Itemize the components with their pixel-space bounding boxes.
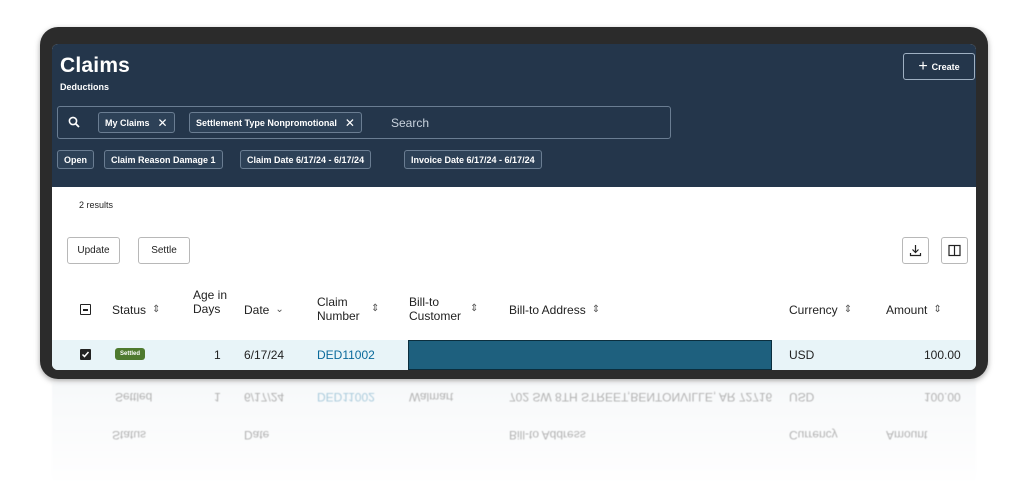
search-chip-label: My Claims bbox=[105, 117, 150, 128]
sort-icon[interactable]: ⇕ bbox=[844, 303, 852, 317]
sort-icon[interactable]: ⇕ bbox=[152, 303, 160, 317]
search-bar[interactable]: My Claims ✕ Settlement Type Nonpromotion… bbox=[57, 106, 671, 139]
row-checkbox[interactable] bbox=[80, 349, 91, 360]
reflection-status: Settled bbox=[115, 390, 153, 404]
claims-app: Claims Deductions + Create My Claims ✕ S… bbox=[52, 44, 976, 370]
search-icon bbox=[68, 116, 80, 128]
filter-chip-open[interactable]: Open bbox=[57, 150, 95, 169]
column-header-bill-to-customer[interactable]: Bill-to Customer ⇕ bbox=[409, 295, 489, 323]
column-header-label: Status bbox=[112, 303, 147, 317]
currency-cell: USD bbox=[789, 348, 815, 362]
reflection-currency: USD bbox=[789, 390, 815, 404]
minus-icon bbox=[83, 309, 88, 311]
columns-icon bbox=[948, 244, 961, 257]
reflection-address: 702 SW 8TH STREET,BENTONVILLE, AR 72716 bbox=[509, 390, 773, 404]
column-header-age[interactable]: Age in Days bbox=[193, 288, 233, 316]
reflection-date: 6/17/24 bbox=[244, 390, 285, 404]
filter-chip-invoice-date[interactable]: Invoice Date 6/17/24 - 6/17/24 bbox=[404, 150, 542, 169]
reflection-address-header: Bill-to Address bbox=[509, 428, 586, 442]
column-header-amount[interactable]: Amount ⇕ bbox=[886, 303, 942, 317]
redacted-block bbox=[408, 340, 772, 370]
download-icon bbox=[909, 245, 922, 257]
check-icon bbox=[81, 351, 90, 358]
search-chip-my-claims[interactable]: My Claims ✕ bbox=[98, 112, 175, 133]
reflection-date-header: Date bbox=[244, 428, 270, 442]
column-header-label: Date bbox=[244, 303, 270, 317]
reflection-claim-number: DED11002 bbox=[317, 390, 375, 404]
page-subtitle: Deductions bbox=[60, 82, 110, 92]
reflection-content: Settled 1 6/17/24 DED11002 Walmart 702 S… bbox=[52, 382, 976, 482]
column-header-claim-number[interactable]: Claim Number ⇕ bbox=[317, 295, 387, 323]
column-header-date[interactable]: Date ⌄ bbox=[244, 303, 284, 317]
filter-chip-claim-date[interactable]: Claim Date 6/17/24 - 6/17/24 bbox=[240, 150, 372, 169]
results-count: 2 results bbox=[79, 200, 114, 210]
plus-icon: + bbox=[918, 57, 928, 75]
column-header-label: Bill-to Address bbox=[509, 303, 586, 317]
amount-cell: 100.00 bbox=[924, 348, 961, 362]
reflection-amount: 100.00 bbox=[924, 390, 961, 404]
sort-icon[interactable]: ⇕ bbox=[592, 303, 600, 317]
create-label: Create bbox=[931, 61, 960, 72]
create-button[interactable]: + Create bbox=[903, 53, 975, 80]
sort-icon[interactable]: ⇕ bbox=[371, 302, 379, 316]
column-header-label: Bill-to Customer bbox=[409, 295, 462, 323]
column-header-currency[interactable]: Currency ⇕ bbox=[789, 303, 852, 317]
reflection-status-header: Status bbox=[112, 428, 147, 442]
search-input[interactable]: Search bbox=[391, 116, 429, 130]
update-button[interactable]: Update bbox=[67, 237, 120, 264]
reflection: Settled 1 6/17/24 DED11002 Walmart 702 S… bbox=[40, 382, 988, 482]
search-chip-label: Settlement Type Nonpromotional bbox=[196, 117, 337, 128]
status-badge: Settled bbox=[115, 348, 146, 360]
sort-icon[interactable]: ⇕ bbox=[470, 302, 478, 316]
date-cell: 6/17/24 bbox=[244, 348, 285, 362]
claim-number-link[interactable]: DED11002 bbox=[317, 348, 375, 362]
download-button[interactable] bbox=[902, 237, 929, 264]
reflection-customer: Walmart bbox=[409, 390, 454, 404]
page-header: Claims Deductions + Create My Claims ✕ S… bbox=[52, 44, 976, 187]
column-header-status[interactable]: Status ⇕ bbox=[112, 303, 160, 317]
column-header-label: Currency bbox=[789, 303, 838, 317]
chevron-down-icon[interactable]: ⌄ bbox=[275, 303, 283, 317]
table-row[interactable]: Settled 1 6/17/24 DED11002 USD 100.00 bbox=[52, 340, 976, 370]
sort-icon[interactable]: ⇕ bbox=[933, 303, 941, 317]
column-header-label: Amount bbox=[886, 303, 928, 317]
close-icon[interactable]: ✕ bbox=[158, 116, 168, 130]
reflection-age: 1 bbox=[214, 390, 221, 404]
close-icon[interactable]: ✕ bbox=[345, 116, 355, 130]
settle-button[interactable]: Settle bbox=[138, 237, 190, 264]
reflection-currency-header: Currency bbox=[789, 428, 838, 442]
columns-button[interactable] bbox=[941, 237, 968, 264]
page-title: Claims bbox=[60, 54, 131, 77]
select-all-checkbox[interactable] bbox=[80, 304, 91, 315]
search-chip-settlement-type[interactable]: Settlement Type Nonpromotional ✕ bbox=[189, 112, 362, 133]
column-header-label: Claim Number bbox=[317, 295, 360, 323]
filter-chip-claim-reason[interactable]: Claim Reason Damage 1 bbox=[104, 150, 223, 169]
column-header-bill-to-address[interactable]: Bill-to Address ⇕ bbox=[509, 303, 600, 317]
age-cell: 1 bbox=[214, 348, 221, 362]
column-header-label: Age in Days bbox=[193, 288, 228, 316]
reflection-amount-header: Amount bbox=[886, 428, 928, 442]
